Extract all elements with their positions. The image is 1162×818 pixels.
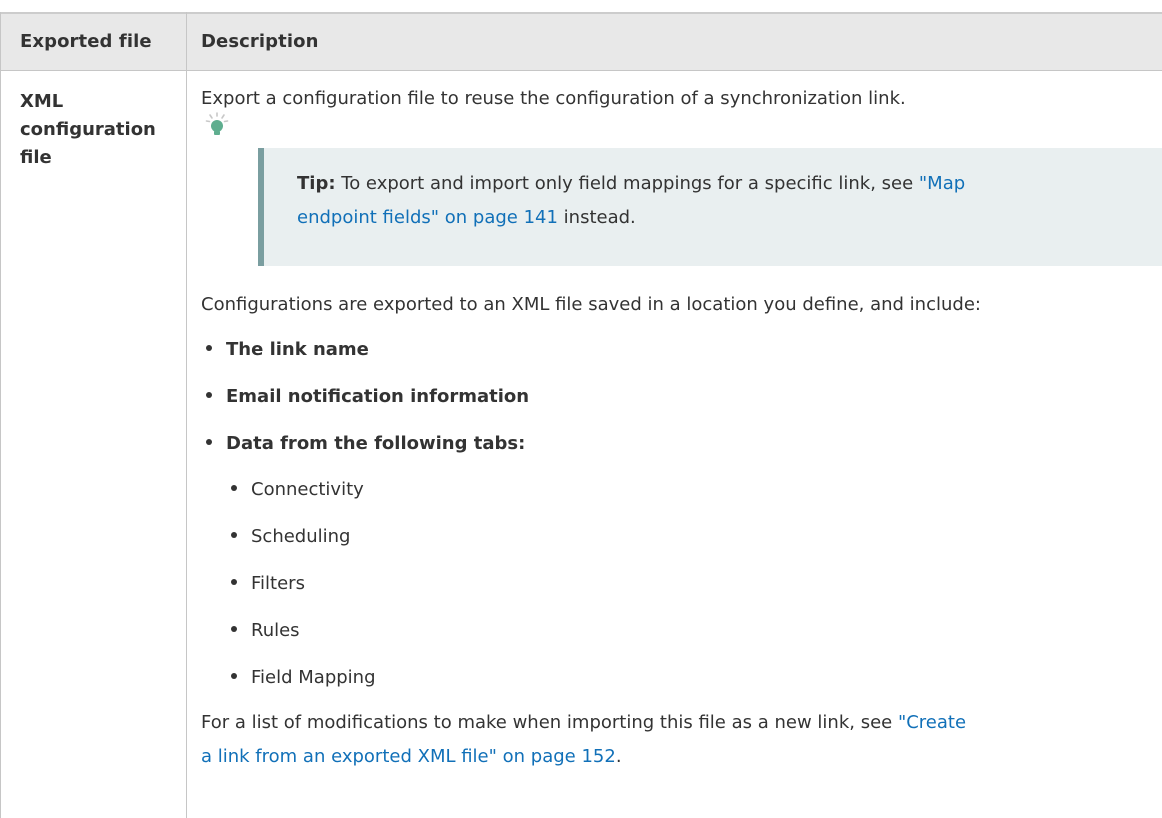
- sub-list-item: Filters: [231, 572, 305, 596]
- description-intro: Export a configuration file to reuse the…: [201, 88, 906, 109]
- bullet-icon: [231, 673, 237, 679]
- sub-list-item-label: Scheduling: [251, 526, 351, 547]
- column-header-description: Description: [201, 31, 319, 52]
- table-left-border: [0, 12, 1, 818]
- list-item-label: The link name: [226, 339, 369, 360]
- outro-end: .: [615, 746, 622, 767]
- bullet-icon: [231, 579, 237, 585]
- list-item: Data from the following tabs:: [206, 432, 525, 456]
- tip-label: Tip:: [297, 173, 336, 194]
- outro-text: For a list of modifications to make when…: [201, 712, 893, 733]
- link-text-part-2: a link from an exported XML file" on pag…: [201, 746, 616, 767]
- list-item-label: Data from the following tabs:: [226, 433, 526, 454]
- tip-text: Tip: To export and import only field map…: [297, 167, 1157, 235]
- table-column-divider: [186, 12, 187, 818]
- sub-list-item: Scheduling: [231, 525, 350, 549]
- bullet-icon: [206, 439, 212, 445]
- column-header-exported-file: Exported file: [20, 31, 152, 52]
- exported-files-table: Exported file Description XML configurat…: [0, 12, 1162, 818]
- link-text-part-1: "Create: [897, 712, 967, 733]
- header-divider: [0, 70, 1162, 71]
- tip-callout: Tip: To export and import only field map…: [258, 148, 1162, 266]
- table-header-row: Exported file Description: [0, 12, 1162, 70]
- link-text-part-1: "Map: [918, 173, 966, 194]
- sub-list-item-label: Rules: [251, 620, 300, 641]
- bullet-icon: [231, 532, 237, 538]
- bullet-icon: [231, 485, 237, 491]
- lightbulb-icon: [205, 112, 229, 135]
- tip-body: To export and import only field mappings…: [341, 173, 914, 194]
- description-outro: For a list of modifications to make when…: [201, 706, 966, 774]
- bullet-icon: [206, 392, 212, 398]
- bullet-icon: [206, 345, 212, 351]
- configurations-intro: Configurations are exported to an XML fi…: [201, 294, 981, 315]
- link-text-part-2: endpoint fields" on page 141: [297, 207, 558, 228]
- sub-list-item: Field Mapping: [231, 666, 376, 690]
- sub-list-item: Rules: [231, 619, 300, 643]
- sub-list-item-label: Field Mapping: [251, 667, 376, 688]
- list-item: The link name: [206, 338, 369, 362]
- list-item-label: Email notification information: [226, 386, 530, 407]
- bullet-icon: [231, 626, 237, 632]
- sub-list-item-label: Connectivity: [251, 479, 364, 500]
- tip-body-end: instead.: [563, 207, 636, 228]
- sub-list-item-label: Filters: [251, 573, 305, 594]
- exported-file-name: XML configuration file: [20, 91, 156, 168]
- list-item: Email notification information: [206, 385, 529, 409]
- sub-list-item: Connectivity: [231, 478, 364, 502]
